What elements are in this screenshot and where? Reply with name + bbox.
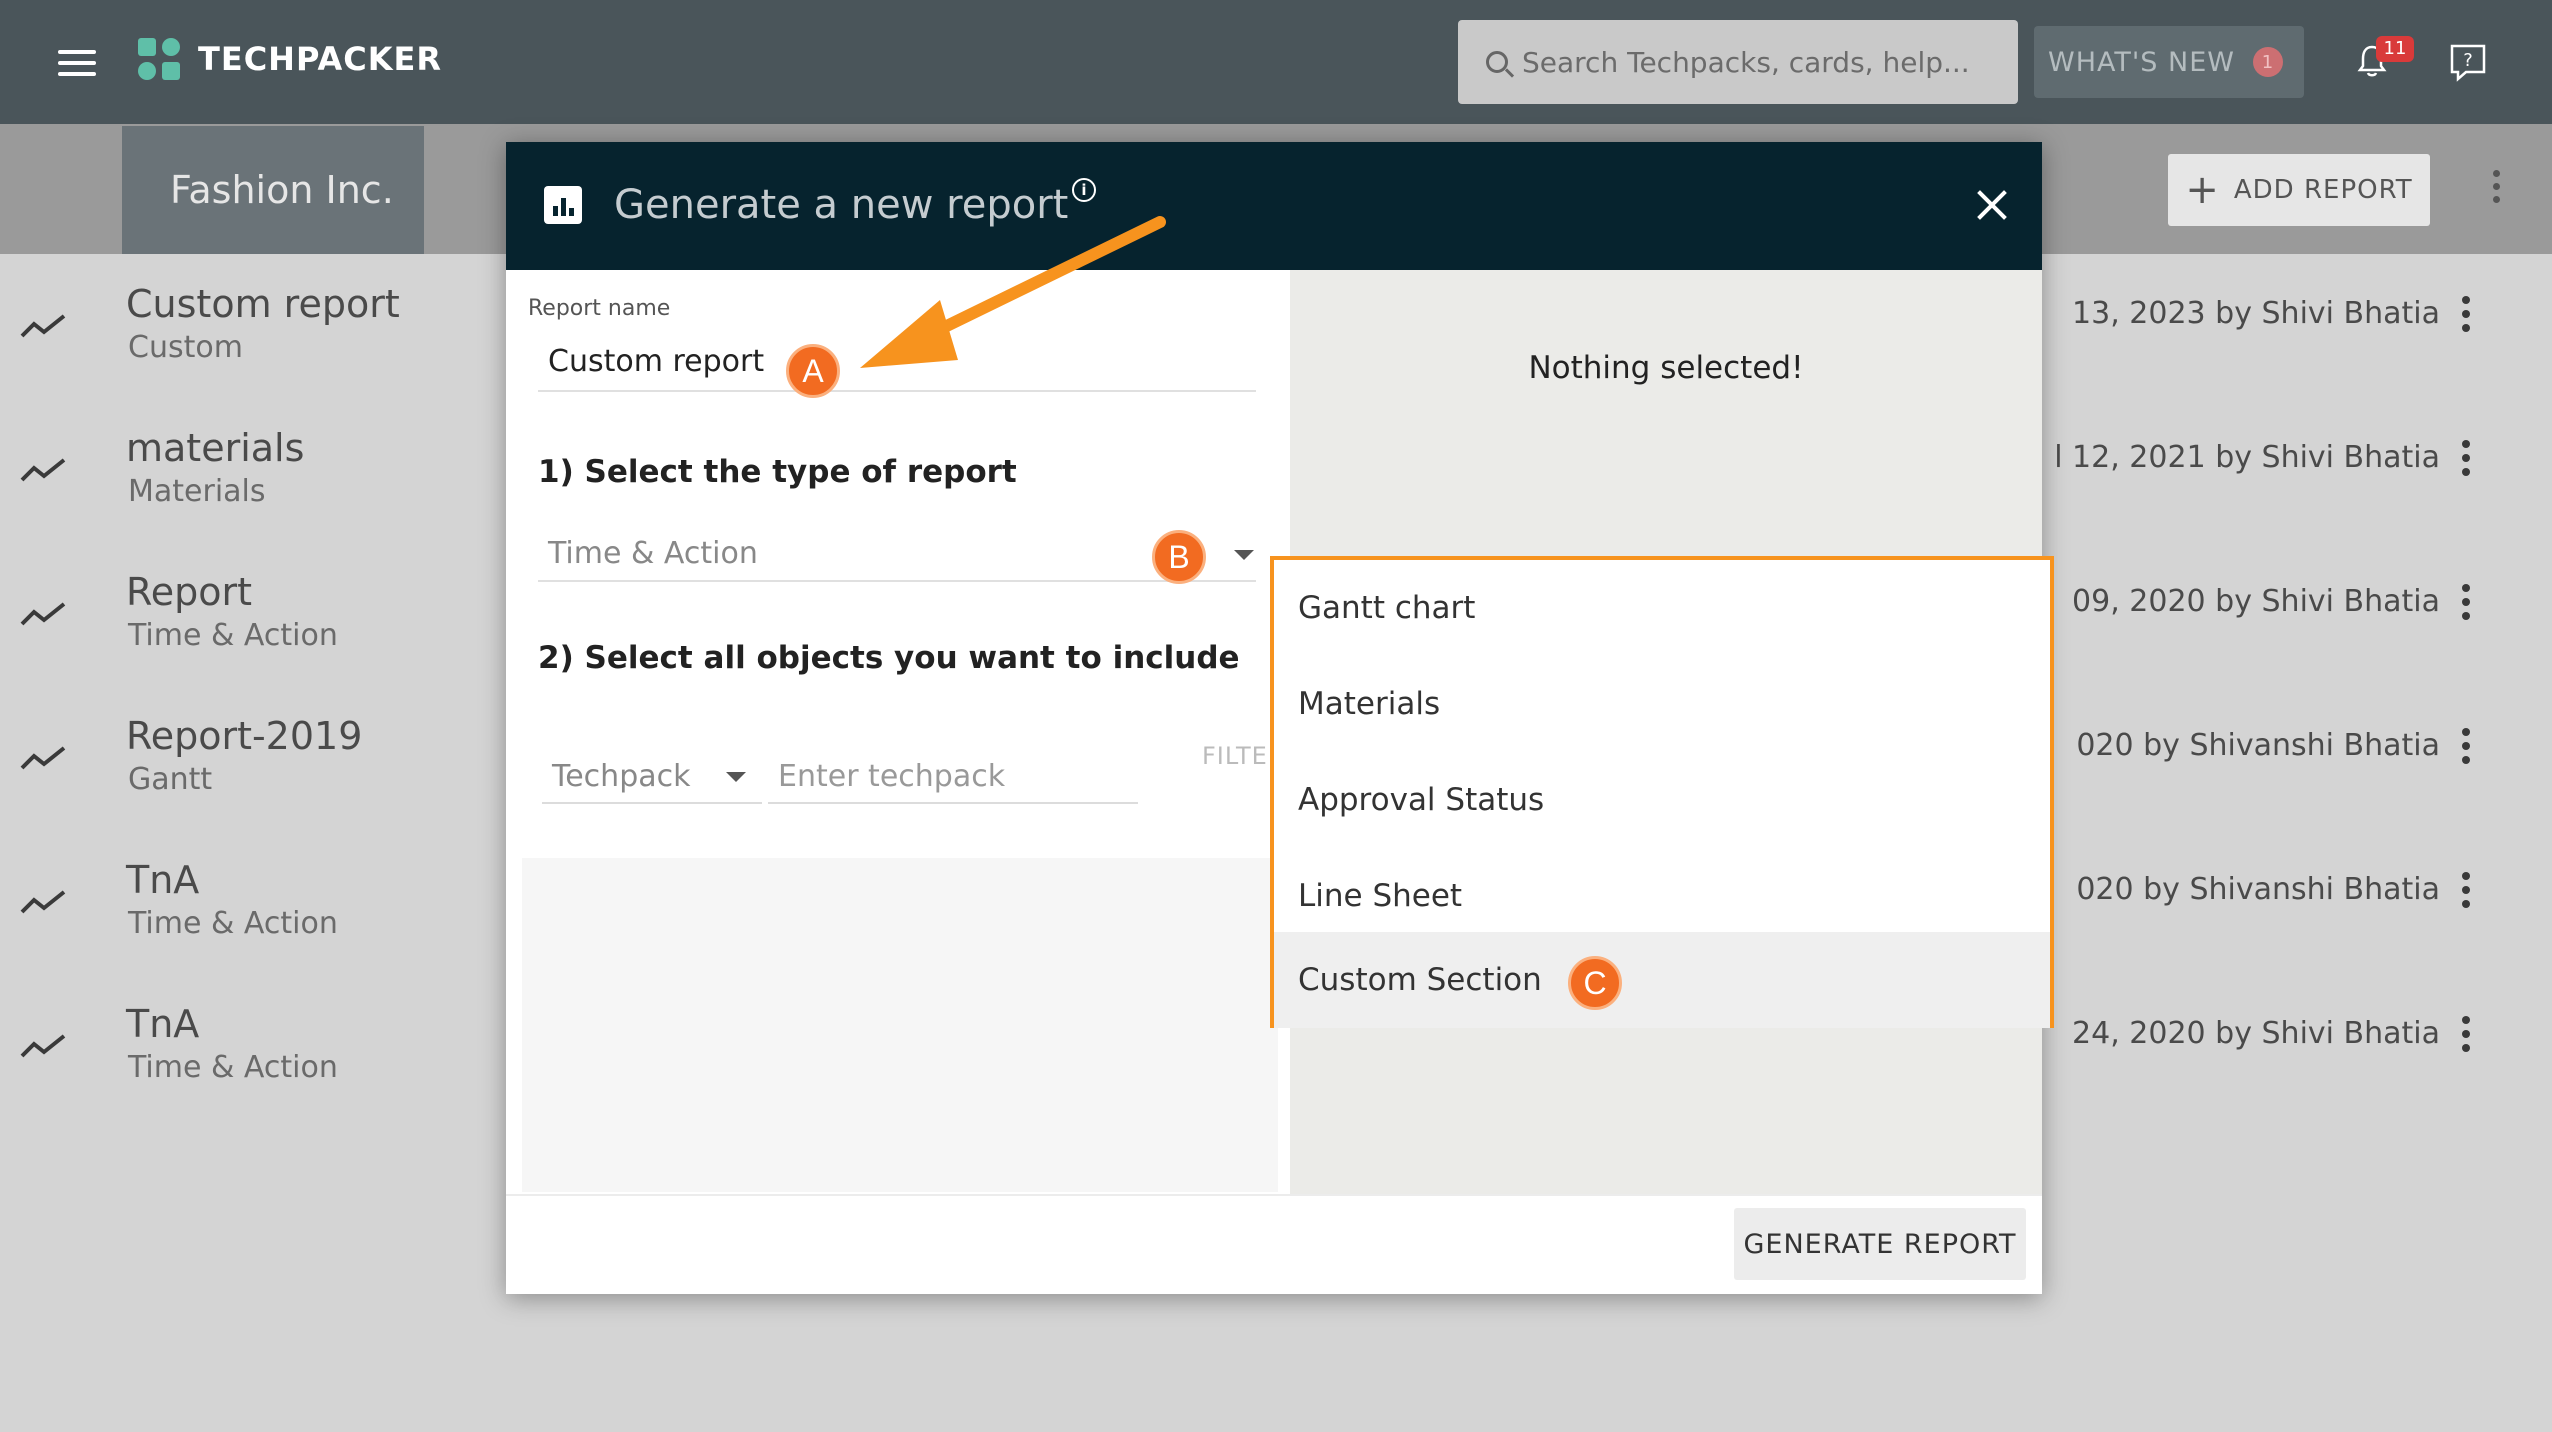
report-title: TnA bbox=[126, 1002, 200, 1046]
brand-name: TECHPACKER bbox=[198, 40, 443, 78]
whats-new-label: WHAT'S NEW bbox=[2048, 46, 2235, 78]
info-icon[interactable]: i bbox=[1072, 178, 1096, 202]
report-type: Materials bbox=[128, 474, 266, 509]
step-two-heading: 2) Select all objects you want to includ… bbox=[538, 640, 1240, 676]
close-icon[interactable] bbox=[1972, 186, 2012, 226]
more-vert-icon[interactable] bbox=[2462, 872, 2470, 908]
trend-icon bbox=[20, 458, 66, 482]
more-vert-icon[interactable] bbox=[2462, 728, 2470, 764]
annotation-arrow bbox=[860, 216, 1166, 368]
logo-icon bbox=[138, 38, 182, 82]
empty-selection-message: Nothing selected! bbox=[1528, 350, 1804, 386]
step-one-heading: 1) Select the type of report bbox=[538, 454, 1017, 490]
report-meta: 020 by Shivanshi Bhatia bbox=[2076, 872, 2440, 907]
report-type: Gantt bbox=[128, 762, 213, 797]
add-report-label: ADD REPORT bbox=[2233, 175, 2413, 205]
techpack-placeholder: Enter techpack bbox=[778, 758, 1006, 794]
bell-icon[interactable]: 11 bbox=[2356, 36, 2414, 78]
company-name: Fashion Inc. bbox=[122, 126, 424, 254]
report-type: Time & Action bbox=[128, 906, 338, 941]
top-bar: TECHPACKER Search Techpacks, cards, help… bbox=[0, 0, 2552, 124]
report-meta: 24, 2020 by Shivi Bhatia bbox=[2072, 1016, 2440, 1051]
caret-down-icon bbox=[1234, 550, 1254, 560]
menu-item-materials[interactable]: Materials bbox=[1274, 656, 2050, 752]
techpack-search-input[interactable]: Enter techpack bbox=[768, 750, 1138, 804]
trend-icon bbox=[20, 314, 66, 338]
more-vert-icon[interactable] bbox=[2462, 1016, 2470, 1052]
more-vert-icon[interactable] bbox=[2462, 440, 2470, 476]
search-input[interactable]: Search Techpacks, cards, help... bbox=[1458, 20, 2018, 104]
trend-icon bbox=[20, 602, 66, 626]
report-title: Custom report bbox=[126, 282, 400, 326]
generate-report-button[interactable]: GENERATE REPORT bbox=[1734, 1208, 2026, 1280]
whats-new-badge: 1 bbox=[2252, 47, 2283, 77]
filter-button[interactable]: FILTER bbox=[1202, 742, 1270, 770]
trend-icon bbox=[20, 890, 66, 914]
whats-new-button[interactable]: WHAT'S NEW 1 bbox=[2034, 26, 2304, 98]
more-vert-icon[interactable] bbox=[2462, 584, 2470, 620]
report-type: Custom bbox=[128, 330, 243, 365]
report-meta: 13, 2023 by Shivi Bhatia bbox=[2072, 296, 2440, 331]
menu-item-approval-status[interactable]: Approval Status bbox=[1274, 752, 2050, 848]
search-icon bbox=[1486, 51, 1508, 73]
plus-icon: + bbox=[2185, 167, 2220, 213]
more-vert-icon[interactable] bbox=[2462, 296, 2470, 332]
object-type-value: Techpack bbox=[552, 758, 691, 794]
bar-chart-icon bbox=[544, 186, 582, 224]
object-type-select[interactable]: Techpack bbox=[542, 750, 762, 804]
help-icon[interactable]: ? bbox=[2448, 42, 2488, 82]
more-vert-icon[interactable] bbox=[2490, 170, 2502, 210]
objects-list-area bbox=[522, 858, 1278, 1192]
report-title: materials bbox=[126, 426, 305, 470]
report-type-select[interactable]: Time & Action bbox=[538, 526, 1256, 582]
notification-badge: 11 bbox=[2376, 36, 2414, 62]
svg-text:?: ? bbox=[2463, 50, 2473, 71]
caret-down-icon bbox=[726, 772, 746, 782]
report-title: Report bbox=[126, 570, 252, 614]
search-placeholder: Search Techpacks, cards, help... bbox=[1522, 45, 1970, 79]
dialog-header: Generate a new report i bbox=[506, 142, 2042, 270]
report-meta: 09, 2020 by Shivi Bhatia bbox=[2072, 584, 2440, 619]
trend-icon bbox=[20, 746, 66, 770]
report-meta: 020 by Shivanshi Bhatia bbox=[2076, 728, 2440, 763]
report-title: Report-2019 bbox=[126, 714, 363, 758]
menu-icon[interactable] bbox=[58, 50, 96, 76]
report-meta: l 12, 2021 by Shivi Bhatia bbox=[2054, 440, 2440, 475]
annotation-marker-b: B bbox=[1152, 530, 1206, 584]
menu-item-line-sheet[interactable]: Line Sheet bbox=[1274, 848, 2050, 944]
report-type: Time & Action bbox=[128, 1050, 338, 1085]
report-name-label: Report name bbox=[528, 296, 671, 321]
menu-item-custom-section[interactable]: Custom Section bbox=[1274, 932, 2050, 1028]
annotation-marker-c: C bbox=[1568, 956, 1622, 1010]
report-type-value: Time & Action bbox=[548, 535, 758, 571]
report-type: Time & Action bbox=[128, 618, 338, 653]
report-type-menu: Gantt chart Materials Approval Status Li… bbox=[1270, 556, 2054, 1028]
menu-item-gantt-chart[interactable]: Gantt chart bbox=[1274, 560, 2050, 656]
report-title: TnA bbox=[126, 858, 200, 902]
report-name-value: Custom report bbox=[548, 343, 765, 379]
trend-icon bbox=[20, 1034, 66, 1058]
annotation-marker-a: A bbox=[786, 344, 840, 398]
add-report-button[interactable]: + ADD REPORT bbox=[2168, 154, 2430, 226]
